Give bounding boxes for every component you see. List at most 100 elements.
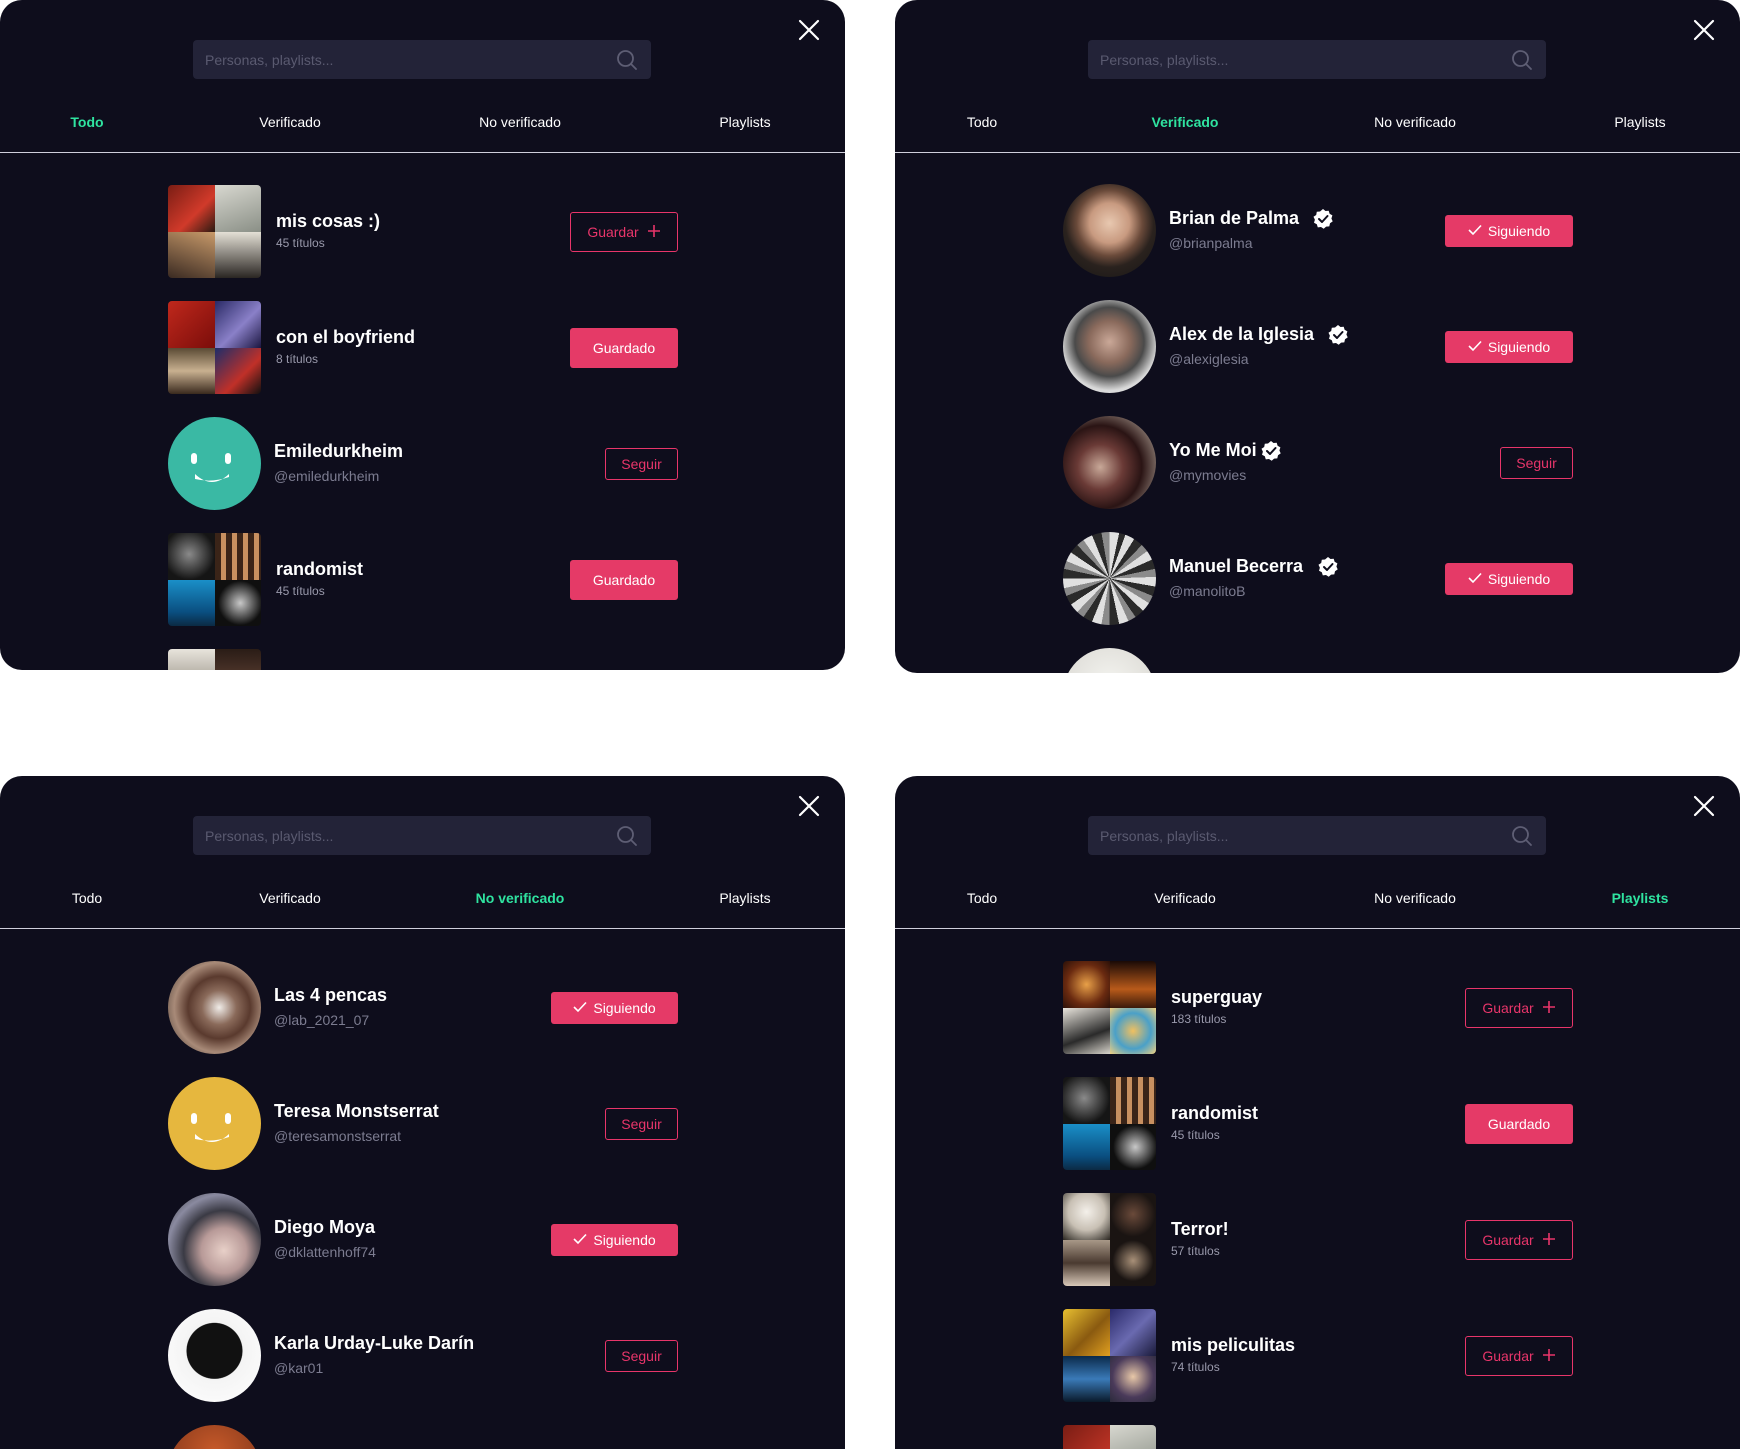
saved-button[interactable]: Guardado: [570, 328, 678, 368]
list-item[interactable]: Emiledurkheim @emiledurkheim Seguir: [168, 417, 678, 510]
list-item[interactable]: mis peliculitas 74 títulos Guardar: [1063, 1309, 1573, 1402]
following-button[interactable]: Siguiendo: [551, 992, 678, 1024]
playlist-cover: [1063, 1193, 1156, 1286]
tab-todo[interactable]: Todo: [967, 890, 997, 906]
search-icon[interactable]: [616, 49, 638, 76]
search-icon[interactable]: [1511, 49, 1533, 76]
smiley-avatar-icon: [168, 417, 261, 510]
list-item: [1063, 648, 1156, 673]
tab-playlists[interactable]: Playlists: [719, 114, 770, 130]
search-icon[interactable]: [616, 825, 638, 852]
following-button[interactable]: Siguiendo: [551, 1224, 678, 1256]
tab-todo[interactable]: Todo: [72, 890, 102, 906]
item-handle: @teresamonstserrat: [274, 1128, 402, 1144]
item-handle: @emiledurkheim: [274, 468, 380, 484]
playlist-cover: [1063, 1425, 1156, 1449]
list-item[interactable]: mis cosas :) 45 títulos Guardar: [168, 185, 678, 278]
plus-icon: [1542, 1348, 1556, 1365]
item-handle: @dklattenhoff74: [274, 1244, 376, 1260]
list-item[interactable]: randomist 45 títulos Guardado: [168, 533, 678, 626]
following-button[interactable]: Siguiendo: [1445, 331, 1573, 363]
list-item[interactable]: Las 4 pencas @lab_2021_07 Siguiendo: [168, 961, 678, 1054]
search-input[interactable]: [193, 816, 593, 855]
follow-button[interactable]: Seguir: [605, 1340, 678, 1372]
tab-verificado[interactable]: Verificado: [1154, 890, 1215, 906]
tab-no-verificado[interactable]: No verificado: [476, 890, 565, 906]
item-subtitle: 74 títulos: [1171, 1360, 1220, 1374]
tab-playlists[interactable]: Playlists: [1612, 890, 1669, 906]
search-input[interactable]: [193, 40, 593, 79]
playlist-cover: [168, 533, 261, 626]
save-button[interactable]: Guardar: [570, 212, 678, 252]
list-item[interactable]: Diego Moya @dklattenhoff74 Siguiendo: [168, 1193, 678, 1286]
playlist-cover: [1063, 961, 1156, 1054]
follow-button[interactable]: Seguir: [1500, 447, 1573, 479]
item-handle: @lab_2021_07: [274, 1012, 370, 1028]
check-icon: [1468, 223, 1482, 239]
item-handle: @brianpalma: [1169, 235, 1253, 251]
following-button[interactable]: Siguiendo: [1445, 563, 1573, 595]
search-input[interactable]: [1088, 40, 1488, 79]
save-button[interactable]: Guardar: [1465, 1220, 1573, 1260]
search-modal-playlists: Todo Verificado No verificado Playlists …: [895, 776, 1740, 1449]
list-item: [1063, 1425, 1156, 1449]
item-subtitle: 45 títulos: [276, 236, 325, 250]
plus-icon: [647, 224, 661, 241]
list-item[interactable]: Alex de la Iglesia @alexiglesia Siguiend…: [1063, 300, 1573, 393]
close-icon[interactable]: [797, 18, 821, 42]
tab-todo[interactable]: Todo: [967, 114, 997, 130]
close-icon[interactable]: [1692, 18, 1716, 42]
follow-button[interactable]: Seguir: [605, 448, 678, 480]
list-item[interactable]: Yo Me Moi @mymovies Seguir: [1063, 416, 1573, 509]
button-label: Seguir: [621, 456, 662, 472]
avatar: [1063, 300, 1156, 393]
filter-tabs: Todo Verificado No verificado Playlists: [895, 884, 1740, 929]
saved-button[interactable]: Guardado: [570, 560, 678, 600]
results-list: mis cosas :) 45 títulos Guardar con el b…: [0, 153, 845, 670]
close-icon[interactable]: [1692, 794, 1716, 818]
tab-verificado[interactable]: Verificado: [259, 890, 320, 906]
list-item[interactable]: Karla Urday-Luke Darín @kar01 Seguir: [168, 1309, 678, 1402]
list-item[interactable]: superguay 183 títulos Guardar: [1063, 961, 1573, 1054]
tab-verificado[interactable]: Verificado: [259, 114, 320, 130]
item-subtitle: 183 títulos: [1171, 1012, 1227, 1026]
item-subtitle: 45 títulos: [1171, 1128, 1220, 1142]
item-title: randomist: [276, 559, 364, 579]
list-item: [168, 1425, 261, 1449]
tab-no-verificado[interactable]: No verificado: [1374, 114, 1456, 130]
check-icon: [1468, 571, 1482, 587]
tab-no-verificado[interactable]: No verificado: [479, 114, 561, 130]
search-icon[interactable]: [1511, 825, 1533, 852]
following-button[interactable]: Siguiendo: [1445, 215, 1573, 247]
tab-verificado[interactable]: Verificado: [1152, 114, 1219, 130]
button-label: Guardado: [592, 340, 656, 356]
search-bar: [1088, 816, 1546, 855]
button-label: Guardar: [1482, 1348, 1534, 1364]
follow-button[interactable]: Seguir: [605, 1108, 678, 1140]
search-bar: [193, 816, 651, 855]
button-label: Guardado: [1487, 1116, 1551, 1132]
item-title: mis peliculitas: [1171, 1335, 1296, 1355]
list-item[interactable]: con el boyfriend 8 títulos Guardado: [168, 301, 678, 394]
tab-playlists[interactable]: Playlists: [719, 890, 770, 906]
tab-no-verificado[interactable]: No verificado: [1374, 890, 1456, 906]
list-item[interactable]: Terror! 57 títulos Guardar: [1063, 1193, 1573, 1286]
search-input[interactable]: [1088, 816, 1488, 855]
tab-todo[interactable]: Todo: [70, 114, 103, 130]
item-title: con el boyfriend: [276, 327, 416, 347]
list-item[interactable]: Brian de Palma @brianpalma Siguiendo: [1063, 184, 1573, 277]
list-item[interactable]: randomist 45 títulos Guardado: [1063, 1077, 1573, 1170]
close-icon[interactable]: [797, 794, 821, 818]
item-title: Karla Urday-Luke Darín: [274, 1333, 475, 1353]
filter-tabs: Todo Verificado No verificado Playlists: [0, 884, 845, 929]
filter-tabs: Todo Verificado No verificado Playlists: [0, 108, 845, 153]
avatar: [1063, 532, 1156, 625]
list-item[interactable]: Manuel Becerra @manolitoB Siguiendo: [1063, 532, 1573, 625]
save-button[interactable]: Guardar: [1465, 988, 1573, 1028]
list-item[interactable]: Teresa Monstserrat @teresamonstserrat Se…: [168, 1077, 678, 1170]
save-button[interactable]: Guardar: [1465, 1336, 1573, 1376]
saved-button[interactable]: Guardado: [1465, 1104, 1573, 1144]
item-title: Emiledurkheim: [274, 441, 404, 461]
tab-playlists[interactable]: Playlists: [1614, 114, 1665, 130]
item-title: Teresa Monstserrat: [274, 1101, 439, 1121]
